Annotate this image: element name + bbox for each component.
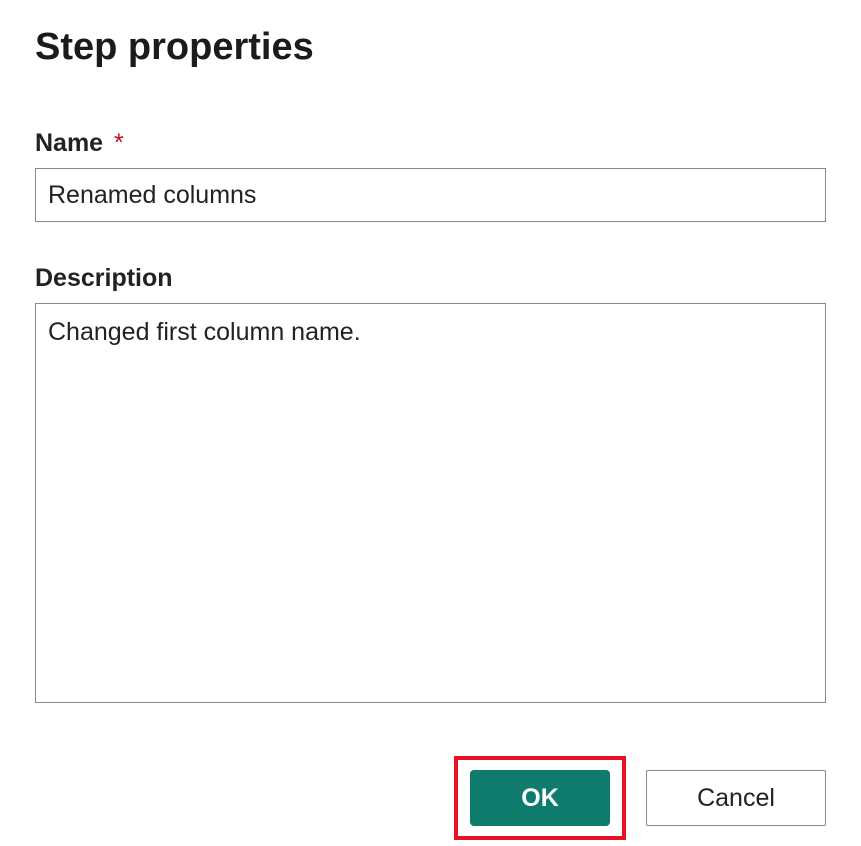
- description-label: Description: [35, 264, 826, 293]
- description-input[interactable]: [35, 303, 826, 703]
- ok-highlight-box: OK: [454, 756, 626, 840]
- cancel-button[interactable]: Cancel: [646, 770, 826, 826]
- required-asterisk: *: [114, 129, 124, 157]
- button-row: OK Cancel: [35, 756, 826, 840]
- name-field-group: Name *: [35, 129, 826, 264]
- name-label-text: Name: [35, 129, 103, 157]
- name-input[interactable]: [35, 168, 826, 222]
- ok-button[interactable]: OK: [470, 770, 610, 826]
- description-field-group: Description: [35, 264, 826, 708]
- dialog-title: Step properties: [35, 26, 826, 69]
- name-label: Name *: [35, 129, 826, 158]
